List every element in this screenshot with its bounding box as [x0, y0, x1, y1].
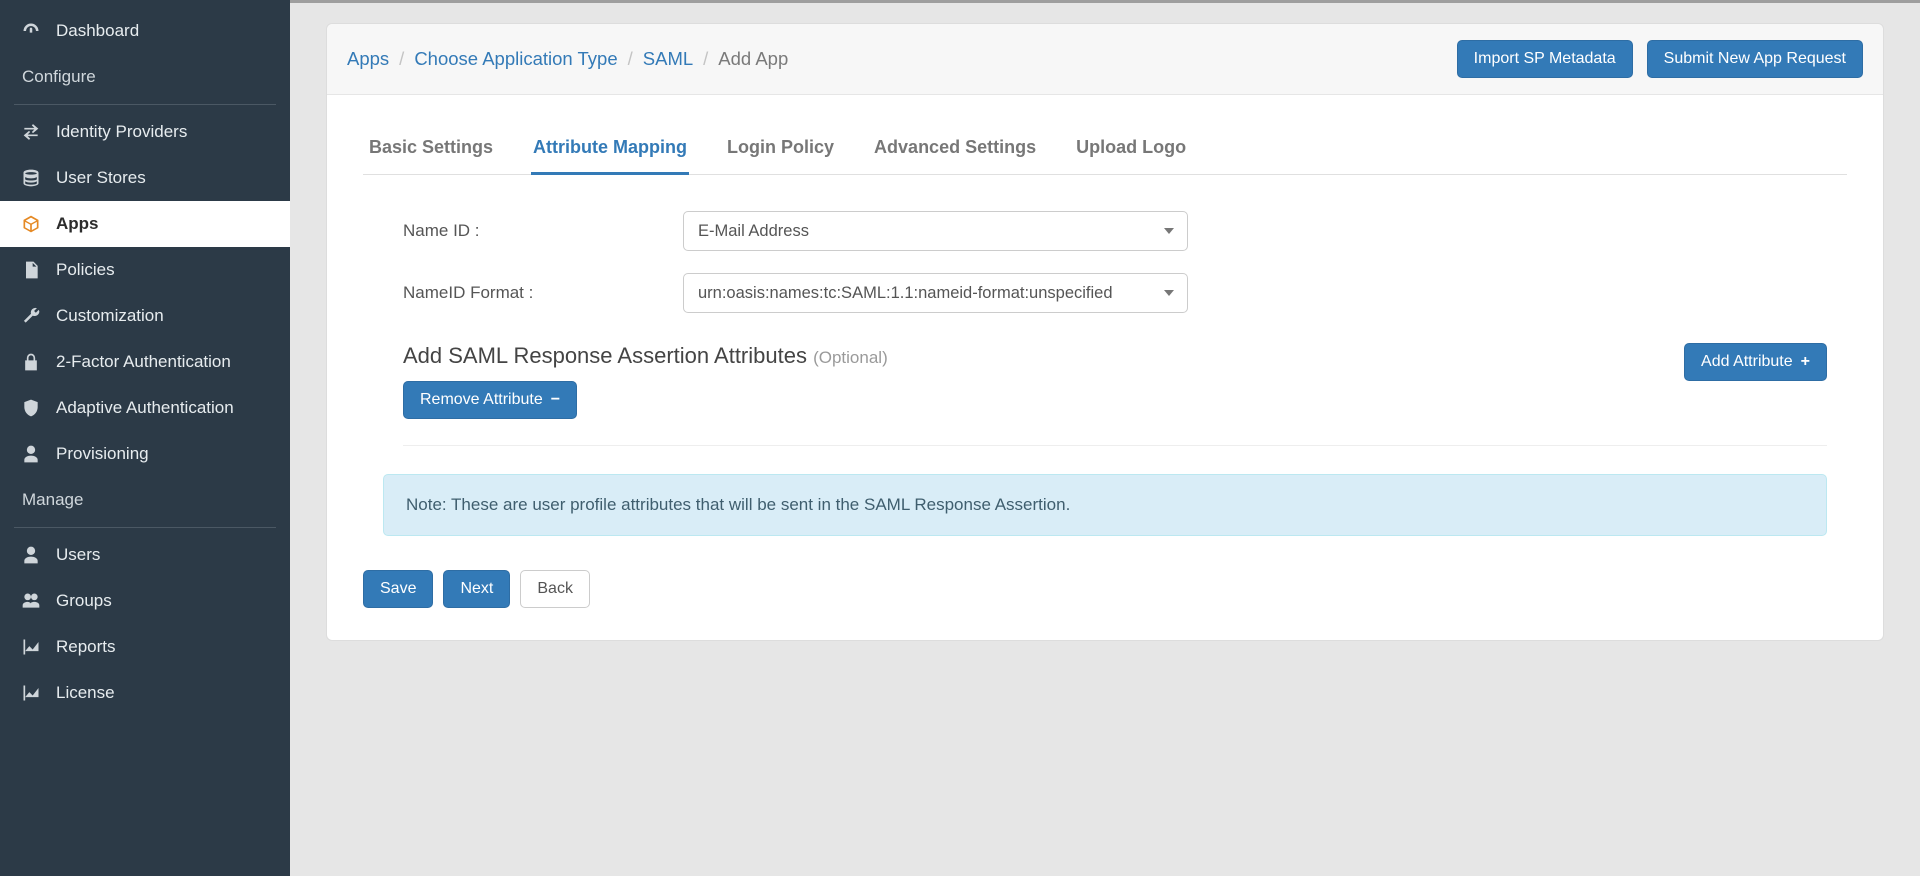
sidebar-item-policies[interactable]: Policies: [0, 247, 290, 293]
lock-icon: [18, 352, 44, 372]
document-icon: [18, 260, 44, 280]
sidebar-item-label: Users: [56, 545, 100, 565]
breadcrumb-sep: /: [399, 48, 404, 70]
user-icon: [18, 444, 44, 464]
sidebar-item-label: Identity Providers: [56, 122, 187, 142]
sidebar-item-identity-providers[interactable]: Identity Providers: [0, 109, 290, 155]
sidebar-item-label: Dashboard: [56, 21, 139, 41]
save-button[interactable]: Save: [363, 570, 433, 608]
row-name-id: Name ID : E-Mail Address: [403, 211, 1827, 251]
sidebar-item-adaptive-authentication[interactable]: Adaptive Authentication: [0, 385, 290, 431]
sidebar-item-label: License: [56, 683, 115, 703]
label-name-id: Name ID :: [403, 221, 683, 241]
sidebar-item-label: Provisioning: [56, 444, 149, 464]
divider: [403, 445, 1827, 446]
sidebar-item-user-stores[interactable]: User Stores: [0, 155, 290, 201]
shield-icon: [18, 398, 44, 418]
sidebar-item-label: Customization: [56, 306, 164, 326]
main-content: Apps / Choose Application Type / SAML / …: [290, 0, 1920, 876]
next-button[interactable]: Next: [443, 570, 510, 608]
tab-upload-logo[interactable]: Upload Logo: [1074, 125, 1188, 175]
plus-icon: +: [1801, 353, 1810, 371]
sidebar-item-license[interactable]: License: [0, 670, 290, 716]
sidebar-item-groups[interactable]: Groups: [0, 578, 290, 624]
tab-basic-settings[interactable]: Basic Settings: [367, 125, 495, 175]
section-optional: (Optional): [813, 348, 888, 367]
breadcrumb: Apps / Choose Application Type / SAML / …: [347, 48, 788, 70]
user-icon: [18, 545, 44, 565]
sidebar-item-dashboard[interactable]: Dashboard: [0, 8, 290, 54]
breadcrumb-choose-type[interactable]: Choose Application Type: [414, 48, 617, 70]
form-buttons: Save Next Back: [363, 570, 1847, 608]
section-title: Add SAML Response Assertion Attributes (…: [403, 343, 888, 368]
sidebar-item-label: Groups: [56, 591, 112, 611]
tabs: Basic Settings Attribute Mapping Login P…: [363, 125, 1847, 175]
sidebar-section-manage: Manage: [0, 477, 290, 523]
wrench-icon: [18, 306, 44, 326]
add-attribute-button[interactable]: Add Attribute +: [1684, 343, 1827, 381]
breadcrumb-saml[interactable]: SAML: [643, 48, 693, 70]
swap-icon: [18, 122, 44, 142]
row-nameid-format: NameID Format : urn:oasis:names:tc:SAML:…: [403, 273, 1827, 313]
users-icon: [18, 591, 44, 611]
section-title-text: Add SAML Response Assertion Attributes: [403, 343, 807, 368]
remove-attribute-label: Remove Attribute: [420, 391, 543, 409]
sidebar-item-label: 2-Factor Authentication: [56, 352, 231, 372]
tab-login-policy[interactable]: Login Policy: [725, 125, 836, 175]
sidebar-item-label: Policies: [56, 260, 115, 280]
panel-heading: Apps / Choose Application Type / SAML / …: [327, 24, 1883, 95]
breadcrumb-sep: /: [703, 48, 708, 70]
select-nameid-format[interactable]: urn:oasis:names:tc:SAML:1.1:nameid-forma…: [683, 273, 1188, 313]
sidebar-item-label: Adaptive Authentication: [56, 398, 234, 418]
sidebar-section-configure: Configure: [0, 54, 290, 100]
panel: Apps / Choose Application Type / SAML / …: [326, 23, 1884, 641]
remove-attribute-button[interactable]: Remove Attribute −: [403, 381, 577, 419]
section-title-row: Add SAML Response Assertion Attributes (…: [403, 343, 1827, 419]
sidebar-item-provisioning[interactable]: Provisioning: [0, 431, 290, 477]
sidebar-item-2-factor-authentication[interactable]: 2-Factor Authentication: [0, 339, 290, 385]
back-button[interactable]: Back: [520, 570, 590, 608]
breadcrumb-apps[interactable]: Apps: [347, 48, 389, 70]
sidebar-separator: [14, 104, 276, 105]
import-sp-metadata-button[interactable]: Import SP Metadata: [1457, 40, 1633, 78]
breadcrumb-current: Add App: [718, 48, 788, 70]
sidebar-item-apps[interactable]: Apps: [0, 201, 290, 247]
sidebar-item-reports[interactable]: Reports: [0, 624, 290, 670]
sidebar: Dashboard Configure Identity Providers User…: [0, 0, 290, 876]
cube-icon: [18, 214, 44, 234]
database-icon: [18, 168, 44, 188]
chart-icon: [18, 683, 44, 703]
sidebar-item-users[interactable]: Users: [0, 532, 290, 578]
form: Name ID : E-Mail Address NameID Format :…: [363, 211, 1847, 446]
chart-icon: [18, 637, 44, 657]
tab-advanced-settings[interactable]: Advanced Settings: [872, 125, 1038, 175]
sidebar-item-label: Reports: [56, 637, 116, 657]
breadcrumb-sep: /: [628, 48, 633, 70]
minus-icon: −: [551, 391, 560, 409]
tab-attribute-mapping[interactable]: Attribute Mapping: [531, 125, 689, 175]
sidebar-separator: [14, 527, 276, 528]
dashboard-icon: [18, 21, 44, 41]
panel-body: Basic Settings Attribute Mapping Login P…: [327, 95, 1883, 640]
sidebar-item-label: User Stores: [56, 168, 146, 188]
label-nameid-format: NameID Format :: [403, 283, 683, 303]
sidebar-item-label: Apps: [56, 214, 99, 234]
submit-new-app-request-button[interactable]: Submit New App Request: [1647, 40, 1863, 78]
sidebar-item-customization[interactable]: Customization: [0, 293, 290, 339]
note-alert: Note: These are user profile attributes …: [383, 474, 1827, 536]
heading-actions: Import SP Metadata Submit New App Reques…: [1457, 40, 1863, 78]
add-attribute-label: Add Attribute: [1701, 353, 1793, 371]
select-name-id[interactable]: E-Mail Address: [683, 211, 1188, 251]
